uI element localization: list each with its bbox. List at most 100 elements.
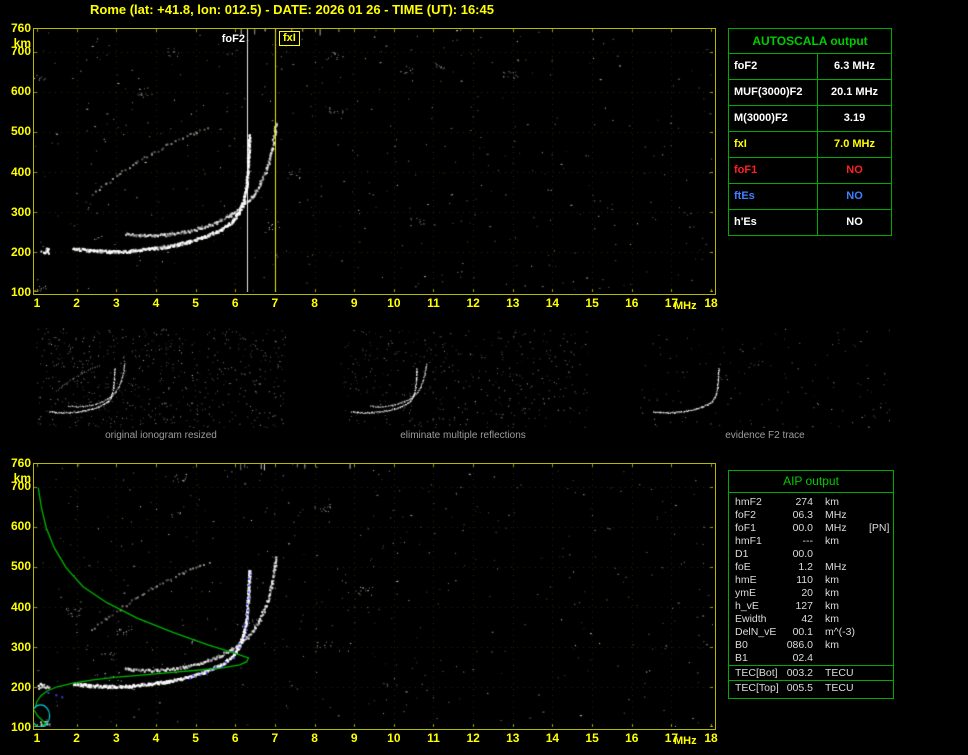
y-tick-label: 400: [10, 599, 31, 614]
aip-row: foE 1.2 MHz: [729, 561, 893, 574]
aip-param-label: B0: [735, 639, 748, 651]
aip-param-unit: km: [825, 574, 839, 586]
y-axis-top-label: 760: [10, 456, 31, 470]
x-tick-label: 4: [152, 296, 160, 310]
main-ionogram-canvas: [34, 29, 713, 292]
y-tick-label: 600: [10, 84, 31, 99]
aip-param-label: D1: [735, 548, 749, 560]
x-tick-label: 4: [152, 731, 160, 745]
aip-row: B0 086.0 km: [729, 639, 893, 652]
page-title: Rome (lat: +41.8, lon: 012.5) - DATE: 20…: [90, 2, 494, 17]
aip-tec-rows: TEC[Bot] 003.2 TECU TEC[Top] 005.5 TECU: [729, 665, 893, 695]
aip-param-note: [865, 639, 893, 652]
autoscala-param-label: M(3000)F2: [729, 106, 818, 131]
aip-param-value: ---: [802, 535, 814, 547]
aip-param-note: [865, 561, 893, 574]
thumbnail-eliminate-multiple-reflections: [338, 328, 588, 428]
x-tick-label: 13: [506, 731, 520, 745]
x-axis-unit: MHz: [674, 300, 697, 312]
x-tick-label: 14: [545, 296, 560, 310]
x-tick-label: 12: [466, 296, 480, 310]
autoscala-row: foF2 6.3 MHz: [729, 54, 891, 80]
aip-param-label: ymE: [735, 587, 756, 599]
aip-param-value: 06.3: [792, 509, 813, 521]
aip-param-note: [865, 574, 893, 587]
aip-tec-value: 005.5: [786, 682, 813, 694]
x-tick-label: 16: [625, 731, 639, 745]
thumbnail-caption-original: original ionogram resized: [105, 430, 217, 441]
aip-row: Ewidth 42 km: [729, 613, 893, 626]
aip-param-label: h_vE: [735, 600, 759, 612]
aip-param-unit: km: [825, 639, 839, 651]
aip-param-unit: MHz: [825, 522, 847, 534]
x-tick-label: 1: [33, 296, 41, 310]
profile-ionogram-canvas: [34, 464, 713, 727]
x-tick-label: 11: [427, 731, 440, 745]
aip-param-unit: [813, 548, 865, 561]
aip-param-note: [865, 652, 893, 665]
autoscala-param-label: foF1: [729, 158, 818, 183]
autoscala-window: Rome (lat: +41.8, lon: 012.5) - DATE: 20…: [0, 0, 968, 755]
aip-param-value: 274: [795, 496, 813, 508]
aip-param-unit: km: [825, 535, 839, 547]
thumbnail-caption-eliminate: eliminate multiple reflections: [400, 430, 526, 441]
autoscala-table-rows: foF2 6.3 MHz MUF(3000)F2 20.1 MHz M(3000)F2 3…: [729, 54, 891, 235]
x-tick-label: 14: [545, 731, 560, 745]
aip-param-label: Ewidth: [735, 613, 767, 625]
thumbnail-caption-evidence: evidence F2 trace: [725, 430, 805, 441]
aip-row: foF2 06.3 MHz: [729, 509, 893, 522]
aip-param-value: 086.0: [786, 639, 813, 651]
aip-output-table: AIP output hmF2 274 km foF2 06.3 MHz foF1 00.0 M…: [728, 470, 894, 699]
y-tick-label: 500: [10, 124, 31, 139]
x-tick-label: 6: [231, 296, 239, 310]
x-tick-label: 18: [704, 296, 718, 310]
aip-table-rows: hmF2 274 km foF2 06.3 MHz foF1 00.0 MHz [PN] hmF1 -…: [729, 496, 893, 665]
aip-param-unit: km: [825, 496, 839, 508]
aip-param-note: [865, 600, 893, 613]
autoscala-param-value: 6.3 MHz: [834, 60, 875, 72]
main-ionogram-plot: [33, 28, 716, 295]
x-tick-label: 12: [466, 731, 480, 745]
aip-row: hmF2 274 km: [729, 496, 893, 509]
x-tick-label: 2: [73, 296, 80, 310]
aip-tec-unit: TECU: [825, 667, 854, 679]
autoscala-table-title: AUTOSCALA output: [729, 29, 891, 54]
autoscala-row: h'Es NO: [729, 210, 891, 235]
aip-param-note: [865, 587, 893, 600]
autoscala-param-value: 7.0 MHz: [834, 138, 875, 150]
x-tick-label: 7: [271, 296, 279, 310]
aip-param-note: [865, 496, 893, 509]
aip-param-unit: MHz: [825, 561, 847, 573]
aip-tec-row: TEC[Bot] 003.2 TECU: [729, 665, 893, 680]
fof2-marker-label: foF2: [221, 33, 245, 45]
aip-param-label: DelN_vE: [735, 626, 777, 638]
aip-param-label: hmE: [735, 574, 757, 586]
thumbnail-original-ionogram: [36, 328, 286, 428]
aip-param-value: 20: [801, 587, 813, 599]
aip-param-note: [865, 613, 893, 626]
aip-param-label: foF2: [735, 509, 757, 521]
aip-param-note: [865, 509, 893, 522]
autoscala-row: MUF(3000)F2 20.1 MHz: [729, 80, 891, 106]
aip-param-unit: km: [825, 613, 839, 625]
autoscala-row: foF1 NO: [729, 158, 891, 184]
x-tick-label: 15: [585, 296, 599, 310]
aip-tec-row: TEC[Top] 005.5 TECU: [729, 680, 893, 695]
aip-tec-value: 003.2: [786, 667, 813, 679]
x-tick-label: 15: [585, 731, 599, 745]
y-tick-label: 200: [10, 244, 31, 259]
autoscala-param-label: h'Es: [729, 210, 818, 235]
aip-param-note: [PN]: [869, 522, 890, 534]
aip-param-note: [865, 626, 893, 639]
x-tick-label: 13: [506, 296, 520, 310]
autoscala-param-value: NO: [846, 216, 863, 228]
y-axis-top-label: 760: [10, 21, 31, 35]
x-tick-label: 2: [73, 731, 80, 745]
x-tick-label: 5: [192, 731, 199, 745]
aip-param-value: 00.0: [792, 522, 813, 534]
x-tick-label: 3: [112, 296, 120, 310]
x-tick-label: 18: [704, 731, 718, 745]
aip-param-value: 1.2: [798, 561, 813, 573]
aip-param-unit: km: [825, 587, 839, 599]
autoscala-param-label: foF2: [729, 54, 818, 79]
